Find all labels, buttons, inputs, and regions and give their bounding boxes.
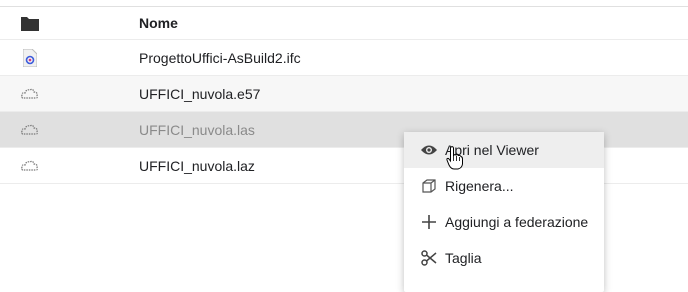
- file-name: UFFICI_nuvola.laz: [139, 157, 255, 174]
- hand-cursor-icon: [446, 146, 463, 170]
- plus-icon: [420, 213, 438, 231]
- point-cloud-icon: [21, 157, 39, 175]
- folder-icon[interactable]: [21, 14, 39, 32]
- menu-item-label: Taglia: [445, 250, 482, 266]
- table-row[interactable]: UFFICI_nuvola.e57: [0, 76, 688, 112]
- context-menu: Apri nel Viewer Rigenera... Aggiungi a f…: [404, 132, 604, 292]
- file-name: UFFICI_nuvola.e57: [139, 85, 261, 102]
- point-cloud-icon: [21, 121, 39, 139]
- ifc-file-icon: [21, 48, 39, 67]
- menu-item-label: Aggiungi a federazione: [445, 214, 589, 230]
- eye-icon: [420, 141, 438, 159]
- scissors-icon: [420, 249, 438, 267]
- point-cloud-icon: [21, 85, 39, 103]
- menu-item-open-viewer[interactable]: Apri nel Viewer: [404, 132, 604, 168]
- column-header-name[interactable]: Nome: [139, 15, 178, 31]
- cube-icon: [420, 177, 438, 195]
- table-row[interactable]: ProgettoUffici-AsBuild2.ifc: [0, 40, 688, 76]
- table-header: Nome: [0, 6, 688, 40]
- menu-item-regenerate[interactable]: Rigenera...: [404, 168, 604, 204]
- menu-item-cut[interactable]: Taglia: [404, 240, 604, 276]
- menu-item-add-federation[interactable]: Aggiungi a federazione: [404, 204, 604, 240]
- file-name: ProgettoUffici-AsBuild2.ifc: [139, 49, 301, 66]
- file-name: UFFICI_nuvola.las: [139, 121, 255, 138]
- menu-item-label: Rigenera...: [445, 178, 514, 194]
